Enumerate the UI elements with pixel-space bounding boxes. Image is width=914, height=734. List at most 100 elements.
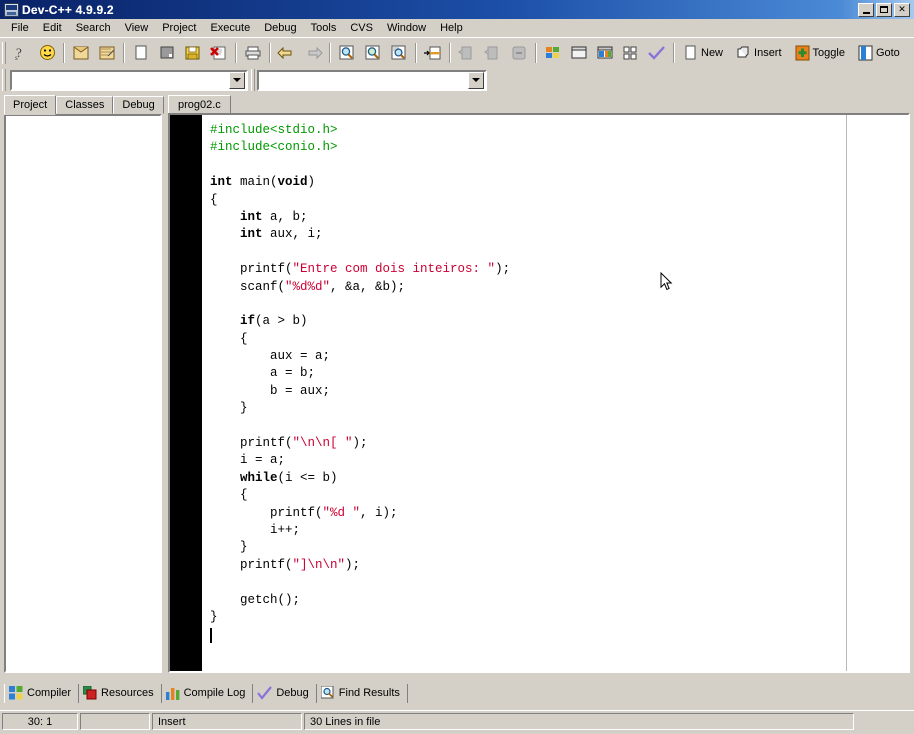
code-line: { — [210, 192, 908, 209]
code-token: } — [210, 609, 218, 624]
bottom-tab-label: Resources — [101, 687, 154, 699]
toolbar-separator — [63, 42, 65, 63]
window-list-icon[interactable] — [593, 41, 617, 64]
menu-item-tools[interactable]: Tools — [304, 20, 344, 36]
menu-item-cvs[interactable]: CVS — [343, 20, 380, 36]
devcpp-window: Dev-C++ 4.9.9.2 ✕ File Edit Search View Proj… — [0, 0, 914, 734]
class-browser-combo[interactable] — [10, 69, 248, 91]
menu-item-project[interactable]: Project — [155, 20, 203, 36]
code-line: while(i <= b) — [210, 470, 908, 487]
goto-button[interactable]: Goto — [854, 41, 907, 64]
check-syntax-icon[interactable] — [645, 41, 669, 64]
tile-windows-icon[interactable] — [619, 41, 643, 64]
undo-icon[interactable] — [275, 41, 299, 64]
open-project-icon[interactable] — [95, 41, 119, 64]
bottom-tab-compile-log[interactable]: Compile Log — [161, 683, 254, 703]
menu-item-execute[interactable]: Execute — [203, 20, 257, 36]
redo-icon[interactable] — [301, 41, 325, 64]
goto-line-icon[interactable] — [421, 41, 445, 64]
toolbar-grip[interactable] — [2, 41, 6, 64]
chevron-down-icon-2[interactable] — [468, 71, 484, 89]
window-title: Dev-C++ 4.9.9.2 — [22, 2, 114, 17]
left-tab-debug[interactable]: Debug — [113, 96, 164, 114]
new-button[interactable]: New — [679, 41, 730, 64]
print-icon[interactable] — [241, 41, 265, 64]
code-token: ) — [307, 175, 316, 190]
project-tree-panel[interactable] — [4, 114, 162, 673]
status-bar: 30: 1 Insert 30 Lines in file — [0, 710, 914, 732]
code-token: (i <= b) — [277, 470, 338, 485]
chevron-down-icon[interactable] — [229, 71, 245, 89]
code-token: int — [240, 209, 263, 224]
find-next-icon[interactable] — [361, 41, 385, 64]
minimize-button[interactable] — [858, 2, 874, 17]
close-button[interactable]: ✕ — [894, 2, 910, 17]
code-line: { — [210, 331, 908, 348]
bottom-tab-find-results[interactable]: Find Results — [316, 683, 408, 703]
code-token: i++; — [210, 522, 301, 537]
menu-item-help[interactable]: Help — [433, 20, 470, 36]
editor-tab-strip: prog02.c — [168, 94, 910, 114]
left-tab-project[interactable]: Project — [4, 95, 57, 115]
project-manager-icon[interactable] — [541, 41, 565, 64]
bottom-tab-compiler[interactable]: Compiler — [4, 683, 80, 703]
bottom-tab-resources[interactable]: Resources — [79, 683, 162, 703]
save-file-icon[interactable] — [181, 41, 205, 64]
find-icon[interactable] — [335, 41, 359, 64]
toggle-bookmark-icon — [795, 45, 810, 61]
combo-toolbar — [0, 67, 914, 93]
code-line: int a, b; — [210, 209, 908, 226]
run-icon[interactable] — [481, 41, 505, 64]
toggle-button[interactable]: Toggle — [791, 41, 852, 64]
function-browser-combo[interactable] — [257, 69, 487, 91]
toggle-button-label: Toggle — [812, 46, 845, 59]
menu-item-search[interactable]: Search — [69, 20, 118, 36]
compile-run-icon[interactable] — [507, 41, 531, 64]
code-line: i = a; — [210, 452, 908, 469]
menu-item-view[interactable]: View — [118, 20, 156, 36]
left-tab-classes[interactable]: Classes — [56, 96, 114, 114]
code-token: void — [277, 175, 308, 190]
insert-button[interactable]: Insert — [732, 41, 789, 64]
replace-icon[interactable] — [387, 41, 411, 64]
toolbar-separator — [269, 42, 271, 63]
close-file-icon[interactable] — [207, 41, 231, 64]
code-line: b = aux; — [210, 383, 908, 400]
compile-icon[interactable] — [455, 41, 479, 64]
code-editor[interactable]: #include<stdio.h> #include<conio.h> int m… — [168, 113, 910, 673]
code-line: printf("\n\n[ "); — [210, 435, 908, 452]
maximize-button[interactable] — [876, 2, 892, 17]
editor-tab-prog02-c[interactable]: prog02.c — [168, 95, 231, 114]
combo-toolbar-grip-2[interactable] — [251, 69, 255, 91]
status-window-icon[interactable] — [567, 41, 591, 64]
text-caret — [210, 627, 212, 643]
insert-icon — [736, 45, 751, 61]
about-smiley-icon[interactable] — [35, 41, 59, 64]
svg-text:s: s — [15, 54, 18, 62]
menu-item-edit[interactable]: Edit — [36, 20, 69, 36]
code-token: scanf( — [210, 279, 286, 294]
code-token: int — [240, 227, 263, 242]
combo-toolbar-grip[interactable] — [2, 69, 6, 91]
help-question-icon[interactable]: ? s — [9, 41, 33, 64]
code-line: } — [210, 539, 908, 556]
toolbar-separator — [235, 42, 237, 63]
title-bar: Dev-C++ 4.9.9.2 ✕ — [0, 0, 914, 19]
open-file-icon[interactable] — [155, 41, 179, 64]
menu-item-debug[interactable]: Debug — [257, 20, 303, 36]
goto-bookmark-icon — [858, 45, 873, 61]
menu-item-window[interactable]: Window — [380, 20, 433, 36]
bottom-tab-debug[interactable]: Debug — [253, 683, 317, 703]
left-panel-tabs: Project Classes Debug — [4, 95, 164, 115]
new-project-icon[interactable] — [69, 41, 93, 64]
new-file-icon[interactable] — [129, 41, 153, 64]
menu-item-file[interactable]: File — [4, 20, 36, 36]
editor-gutter — [170, 115, 202, 671]
editor-text-area[interactable]: #include<stdio.h> #include<conio.h> int m… — [204, 115, 908, 671]
status-line-count: 30 Lines in file — [304, 713, 854, 730]
